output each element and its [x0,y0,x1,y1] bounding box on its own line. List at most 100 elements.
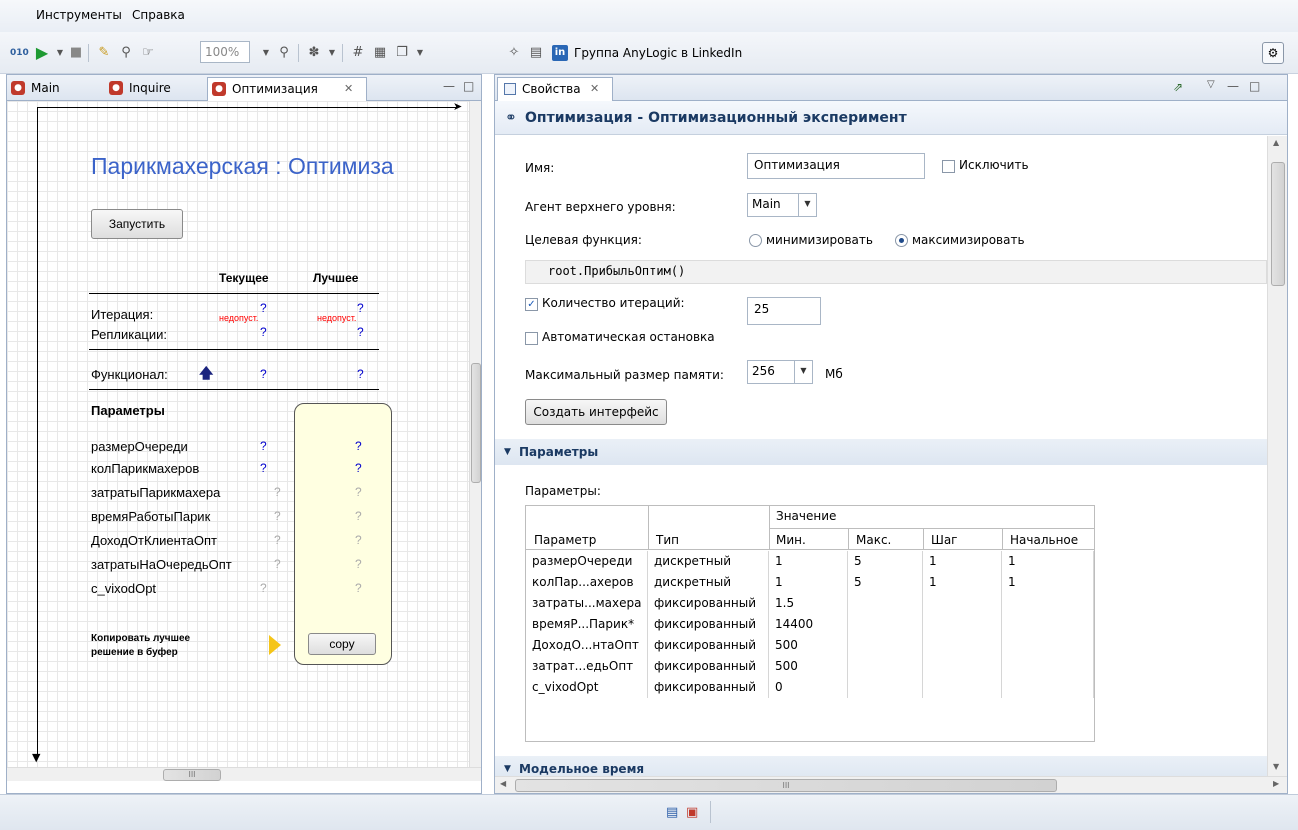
zoom-region-icon[interactable]: ⚲ [118,45,134,61]
run-dropdown-icon[interactable]: ▼ [52,45,68,61]
table-cell[interactable]: дискретный [648,551,769,572]
stop-icon[interactable]: ■ [68,45,84,61]
table-row[interactable]: времяР...Парик* фиксированный 14400 [526,614,1094,635]
objective-expression-field[interactable]: root.ПрибыльОптим() [525,260,1267,284]
table-cell[interactable] [848,614,923,635]
run-icon[interactable]: ▶ [34,45,50,61]
tab-properties[interactable]: Свойства ✕ [497,77,613,101]
table-cell[interactable] [923,656,1002,677]
hand-icon[interactable]: ☞ [140,45,156,61]
scroll-left-icon[interactable]: ◀ [500,779,506,788]
close-icon[interactable]: ✕ [344,78,353,100]
table-cell[interactable]: размерОчереди [526,551,648,572]
maximize-icon[interactable]: □ [1249,79,1260,93]
col-header-type[interactable]: Тип [656,533,679,547]
menu-help[interactable]: Справка [132,8,185,22]
table-row[interactable]: c_vixodOpt фиксированный 0 [526,677,1094,698]
table-cell[interactable]: c_vixodOpt [526,677,648,698]
minimize-icon[interactable]: — [443,79,455,93]
vertical-scrollbar[interactable] [469,101,481,767]
table-cell[interactable]: 1.5 [769,593,848,614]
iterations-checkbox[interactable]: ✓ [525,298,538,311]
scroll-up-icon[interactable]: ▲ [1273,138,1279,147]
table-cell[interactable] [848,677,923,698]
top-agent-select[interactable]: Main ▼ [747,193,817,217]
table-cell[interactable]: фиксированный [648,656,769,677]
copy-button[interactable]: copy [308,633,376,655]
table-cell[interactable] [848,593,923,614]
table-cell[interactable]: 1 [769,551,848,572]
table-cell[interactable]: 5 [848,572,923,593]
console-icon[interactable]: ▤ [666,805,678,820]
table-cell[interactable]: фиксированный [648,635,769,656]
col-header-step[interactable]: Шаг [931,533,958,547]
problems-icon[interactable]: ▣ [686,805,698,820]
table-cell[interactable]: затраты...махера [526,593,648,614]
table-cell[interactable] [1002,677,1094,698]
table-cell[interactable]: 0 [769,677,848,698]
table-cell[interactable]: 1 [923,572,1002,593]
table-cell[interactable]: 1 [923,551,1002,572]
table-cell[interactable]: 14400 [769,614,848,635]
vertical-scrollbar[interactable]: ▲ ▼ [1267,136,1287,776]
table-cell[interactable] [848,656,923,677]
table-cell[interactable] [1002,656,1094,677]
tab-inquire[interactable]: ● Inquire [105,77,205,101]
table-cell[interactable]: фиксированный [648,614,769,635]
table-cell[interactable] [1002,614,1094,635]
table-cell[interactable]: 500 [769,656,848,677]
memory-select[interactable]: 256 ▼ [747,360,813,384]
table-cell[interactable] [848,635,923,656]
scroll-thumb[interactable]: III [163,769,221,781]
perspective-icon[interactable]: ⚙ [1262,42,1284,64]
build-icon[interactable]: 010 [10,45,29,61]
table-cell[interactable] [923,677,1002,698]
table-row[interactable]: затраты...махера фиксированный 1.5 [526,593,1094,614]
grid-icon[interactable]: # [350,45,366,61]
pencil-icon[interactable]: ✎ [96,45,112,61]
table-cell[interactable]: 5 [848,551,923,572]
table-cell[interactable]: фиксированный [648,593,769,614]
table-cell[interactable] [1002,635,1094,656]
name-field[interactable]: Оптимизация [747,153,925,179]
table-row[interactable]: ДоходО...нтаОпт фиксированный 500 [526,635,1094,656]
create-interface-button[interactable]: Создать интерфейс [525,399,667,425]
view-menu-icon[interactable]: ▽ [1207,79,1215,90]
table-cell[interactable]: затрат...едьОпт [526,656,648,677]
table-row[interactable]: колПар...ахеров дискретный 1 5 1 1 [526,572,1094,593]
table-cell[interactable]: 500 [769,635,848,656]
run-button[interactable]: Запустить [91,209,183,239]
tab-optimization[interactable]: ● Оптимизация ✕ [207,77,367,101]
scroll-thumb[interactable]: III [515,779,1057,792]
exclude-checkbox[interactable] [942,160,955,173]
close-icon[interactable]: ✕ [590,78,599,100]
table-cell[interactable]: дискретный [648,572,769,593]
maximize-radio[interactable] [895,234,908,247]
layers-icon[interactable]: ❐ [394,45,410,61]
horizontal-scrollbar[interactable]: III [7,767,481,781]
layers-dropdown-icon[interactable]: ▼ [412,45,428,61]
tab-main[interactable]: ● Main [7,77,97,101]
table-cell[interactable]: фиксированный [648,677,769,698]
col-header-param[interactable]: Параметр [534,533,596,547]
col-header-min[interactable]: Мин. [776,533,806,547]
pin-icon[interactable]: ⇗ [1173,80,1183,94]
table-cell[interactable]: 1 [769,572,848,593]
scroll-down-icon[interactable]: ▼ [1273,762,1279,771]
table-cell[interactable] [923,593,1002,614]
iterations-field[interactable]: 25 [747,297,821,325]
scroll-thumb[interactable] [1271,162,1285,286]
table-cell[interactable]: 1 [1002,551,1094,572]
diagram-canvas[interactable]: ➤ ▼ Парикмахерская : Оптимиза Запустить … [7,101,469,767]
zoom-input[interactable]: 100% [200,41,250,63]
col-header-initial[interactable]: Начальное [1010,533,1078,547]
zoom-dropdown-icon[interactable]: ▼ [258,45,274,61]
console-icon[interactable]: ▤ [528,45,544,61]
table-cell[interactable] [923,614,1002,635]
table-cell[interactable]: времяР...Парик* [526,614,648,635]
table-cell[interactable] [1002,593,1094,614]
horizontal-scrollbar[interactable]: ◀ III ▶ [495,776,1287,793]
maximize-icon[interactable]: □ [463,79,474,93]
menu-tools[interactable]: Инструменты [36,8,122,22]
zoom-icon[interactable]: ⚲ [276,45,292,61]
